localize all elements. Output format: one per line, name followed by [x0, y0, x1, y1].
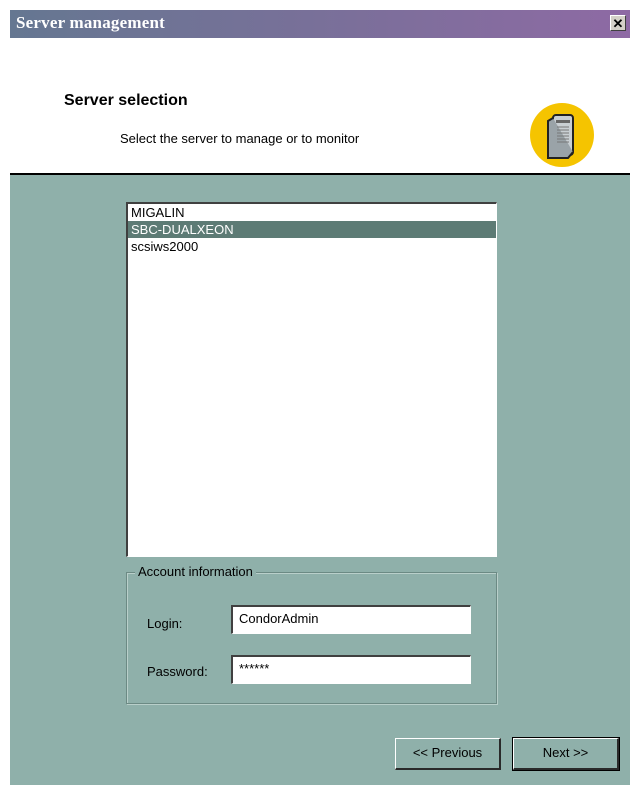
login-field[interactable]: CondorAdmin — [231, 605, 471, 634]
server-item-scsiws2000[interactable]: scsiws2000 — [128, 238, 496, 255]
server-item-migalin[interactable]: MIGALIN — [128, 204, 496, 221]
wizard-header: Server selection Select the server to ma… — [10, 38, 630, 173]
password-label: Password: — [147, 664, 208, 679]
password-field[interactable]: ****** — [231, 655, 471, 684]
close-button[interactable]: ✕ — [610, 15, 626, 31]
dialog-window: Server management ✕ Server selection Sel… — [10, 10, 630, 785]
close-icon: ✕ — [612, 16, 624, 31]
account-group-label: Account information — [135, 564, 256, 579]
login-label: Login: — [147, 616, 183, 631]
next-button[interactable]: Next >> — [512, 737, 620, 771]
window-title: Server management — [16, 13, 165, 32]
server-item-sbc-dualxeon[interactable]: SBC-DUALXEON — [128, 221, 496, 238]
page-title: Server selection — [64, 92, 188, 109]
title-bar[interactable]: Server management ✕ — [10, 10, 630, 38]
previous-button[interactable]: << Previous — [395, 738, 501, 770]
server-listbox[interactable]: MIGALIN SBC-DUALXEON scsiws2000 — [126, 202, 497, 557]
server-icon — [530, 103, 594, 167]
page-subtitle: Select the server to manage or to monito… — [120, 131, 360, 146]
account-information-group: Account information Login: CondorAdmin P… — [126, 564, 497, 704]
header-divider — [10, 173, 630, 175]
